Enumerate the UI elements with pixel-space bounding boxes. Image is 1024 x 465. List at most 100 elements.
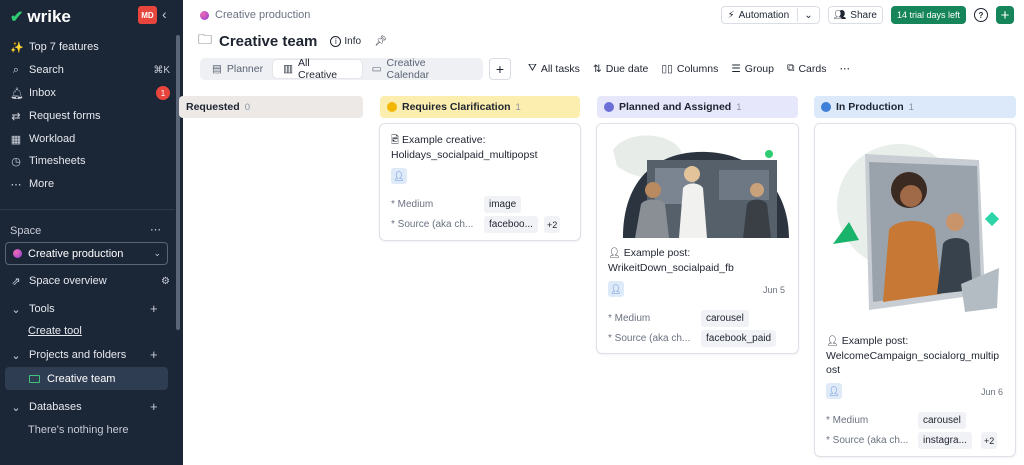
board: Requested 0 Requires Clarification 1 Pla… [179, 86, 1024, 465]
add-project-icon[interactable]: + [150, 347, 158, 362]
search-icon: ⌕ [12, 63, 20, 76]
collapse-sidebar-icon[interactable]: ‹ [162, 6, 167, 22]
more-icon: ⋯ [10, 178, 22, 191]
more-options-icon[interactable]: ⋯ [839, 63, 850, 75]
checkmark-logo-icon: ✔ [10, 9, 24, 26]
field-value[interactable]: instagra... [918, 432, 972, 449]
add-tool-icon[interactable]: + [150, 301, 158, 316]
add-view-button[interactable]: + [489, 58, 511, 80]
cards-label: Cards [798, 62, 827, 75]
create-new-button[interactable]: + [996, 6, 1014, 24]
page-title[interactable]: Creative team [219, 33, 317, 50]
folder-icon [29, 374, 40, 383]
overview-icon: ⇗ [11, 275, 21, 288]
image-task-icon: 🖻 [391, 135, 400, 146]
columns-label: Columns [676, 62, 719, 75]
sidebar-item-top-features[interactable]: ✨ Top 7 features [10, 37, 170, 57]
sidebar-section-tools[interactable]: ⌄ Tools [10, 299, 170, 319]
cover-illustration [613, 135, 789, 238]
space-logo-icon [200, 10, 209, 20]
sidebar-item-space-overview[interactable]: ⇗ Space overview ⚙ [10, 271, 170, 291]
assign-user-icon[interactable]: 👤︎ [608, 281, 624, 297]
space-logo-icon [13, 249, 22, 258]
chevron-down-icon: ⌄ [11, 349, 21, 362]
sidebar-section-databases[interactable]: ⌄ Databases [10, 397, 170, 417]
add-database-icon[interactable]: + [150, 399, 158, 414]
field-label: * Source (aka ch... [391, 219, 474, 230]
sidebar-item-workload[interactable]: ▦ Workload [10, 129, 170, 149]
field-label: * Source (aka ch... [826, 435, 909, 446]
share-label: Share [850, 9, 877, 21]
column-label: In Production [836, 101, 904, 113]
wrike-logo[interactable]: ✔ wrike [10, 7, 71, 27]
tab-all-creative[interactable]: ▥ All Creative [273, 57, 362, 81]
tab-planner[interactable]: ▤ Planner [202, 60, 273, 78]
assign-user-icon[interactable]: 👤︎ [391, 168, 407, 184]
task-card[interactable]: 👤︎ Example post: WelcomeCampaign_socialor… [814, 123, 1016, 457]
workload-icon: ▦ [10, 133, 22, 146]
sidebar-item-label: Request forms [29, 110, 101, 122]
sidebar-item-label: Top 7 features [29, 41, 99, 53]
column-count: 1 [908, 101, 914, 113]
tab-label: Creative Calendar [386, 57, 430, 81]
trial-days-button[interactable]: 14 trial days left [890, 6, 966, 24]
column-label: Requested [186, 101, 240, 113]
field-label: * Medium [608, 313, 651, 324]
share-button[interactable]: 👥︎ Share [827, 6, 883, 24]
column-count: 0 [244, 101, 250, 113]
sidebar-section-projects[interactable]: ⌄ Projects and folders [10, 345, 170, 365]
column-label: Planned and Assigned [619, 101, 732, 113]
column-requested[interactable]: Requested 0 [179, 96, 363, 118]
field-value[interactable]: facebook_paid [701, 330, 777, 347]
columns-icon: ▯▯ [661, 62, 673, 75]
create-tool-link[interactable]: Create tool [28, 325, 82, 337]
sidebar-item-creative-team[interactable]: Creative team [5, 367, 168, 390]
table-icon: ▤ [212, 63, 222, 75]
sidebar-item-inbox[interactable]: 🔔︎ Inbox 1 [10, 83, 170, 103]
logo-text: wrike [27, 7, 71, 26]
field-value[interactable]: carousel [918, 412, 966, 429]
space-more-icon[interactable]: ⋯ [150, 223, 161, 236]
field-label: * Medium [826, 415, 869, 426]
automation-button[interactable]: ⚡︎ Automation ⌄ [720, 6, 820, 24]
task-card[interactable]: 👤︎ Example post: WrikeitDown_socialpaid_f… [596, 123, 799, 354]
assign-user-icon[interactable]: 👤︎ [826, 383, 842, 399]
gear-icon[interactable]: ⚙ [161, 276, 170, 287]
column-requires-clarification[interactable]: Requires Clarification 1 [380, 96, 580, 118]
due-date-sort[interactable]: ⇅ Due date [593, 63, 648, 75]
group-button[interactable]: ☰ Group [731, 63, 774, 75]
sidebar: ✔ wrike MD ‹ ✨ Top 7 features ⌕ Search ⌘… [0, 0, 183, 465]
pin-icon[interactable]: 📌︎ [372, 33, 389, 50]
column-in-production[interactable]: In Production 1 [814, 96, 1016, 118]
cards-icon: ⧉ [786, 62, 795, 74]
filter-icon: ⛛ [528, 62, 537, 74]
field-value[interactable]: faceboo... [484, 216, 538, 233]
info-button[interactable]: i Info [330, 35, 361, 47]
sidebar-scrollbar[interactable] [176, 35, 180, 330]
clock-icon: ◷ [11, 155, 21, 168]
avatar[interactable]: MD [138, 6, 157, 24]
columns-button[interactable]: ▯▯ Columns [661, 63, 718, 75]
more-values-chip[interactable]: +2 [544, 216, 561, 233]
sidebar-item-timesheets[interactable]: ◷ Timesheets [10, 151, 170, 171]
field-label: * Source (aka ch... [608, 333, 691, 344]
sidebar-item-label: Space overview [29, 275, 107, 287]
space-selector[interactable]: Creative production ⌄ [5, 242, 168, 265]
help-icon[interactable]: ? [974, 8, 988, 22]
tab-creative-calendar[interactable]: ▭ Creative Calendar [362, 57, 481, 81]
field-value[interactable]: carousel [701, 310, 749, 327]
column-label: Requires Clarification [402, 101, 511, 113]
field-value[interactable]: image [484, 196, 522, 213]
sidebar-item-search[interactable]: ⌕ Search ⌘K [10, 60, 170, 80]
cards-button[interactable]: ⧉ Cards [787, 62, 827, 75]
all-tasks-filter[interactable]: ⛛ All tasks [528, 62, 580, 75]
column-planned-and-assigned[interactable]: Planned and Assigned 1 [597, 96, 798, 118]
sidebar-item-more[interactable]: ⋯ More [10, 174, 170, 194]
sidebar-item-request-forms[interactable]: ⇄ Request forms [10, 106, 170, 126]
column-count: 1 [736, 101, 742, 113]
chevron-down-icon[interactable]: ⌄ [804, 10, 812, 21]
task-card[interactable]: 🖻 Example creative: Holidays_socialpaid_m… [379, 123, 581, 241]
more-values-chip[interactable]: +2 [981, 432, 998, 449]
databases-empty-text: There's nothing here [28, 424, 129, 436]
breadcrumb[interactable]: Creative production [200, 9, 310, 21]
